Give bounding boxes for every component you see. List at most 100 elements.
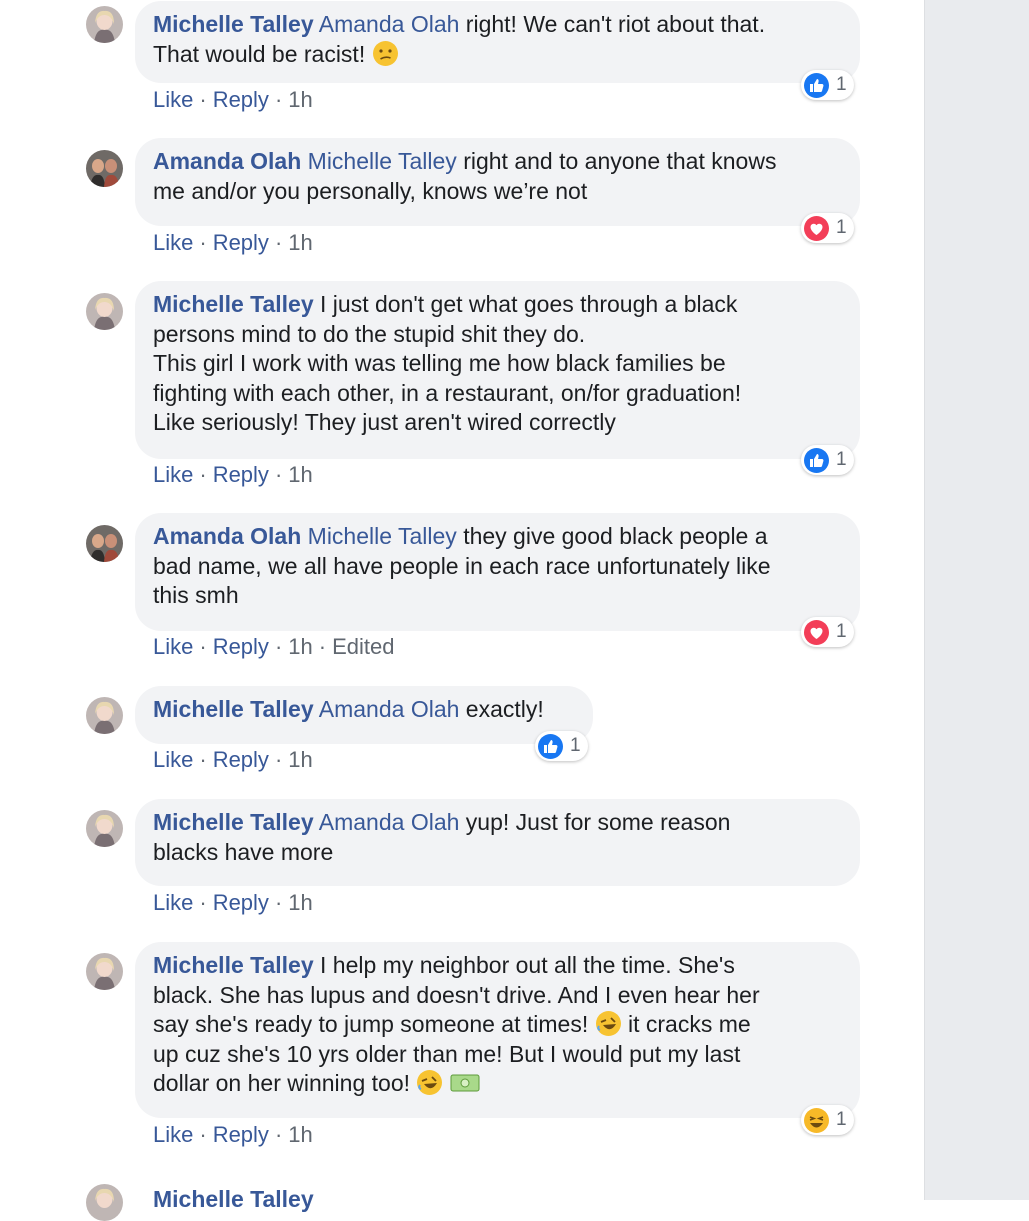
avatar[interactable]: [86, 525, 123, 562]
avatar[interactable]: [86, 1184, 123, 1221]
rolling-laughing-emoji-icon: [595, 1010, 622, 1037]
reply-link[interactable]: Reply: [213, 462, 269, 487]
comment-text: That would be racist!: [153, 40, 366, 67]
comment-text: right! We can't riot about that.: [465, 11, 766, 37]
like-icon: [803, 447, 830, 474]
comment-text: This girl I work with was telling me how…: [153, 350, 726, 377]
avatar[interactable]: [86, 293, 123, 330]
comment-timestamp[interactable]: 1h: [288, 1122, 312, 1147]
reply-link[interactable]: Reply: [213, 890, 269, 915]
comment-mention[interactable]: Michelle Talley: [308, 148, 457, 174]
reaction-count-badge[interactable]: 1: [535, 731, 588, 761]
reaction-count-badge[interactable]: 1: [801, 1105, 854, 1135]
reaction-count: 1: [836, 1109, 847, 1130]
comment-text: Like seriously! They just aren't wired c…: [153, 409, 616, 436]
reaction-count-badge[interactable]: 1: [801, 213, 854, 243]
comment-text: up cuz she's 10 yrs older than me! But I…: [153, 1040, 741, 1067]
comment-timestamp[interactable]: 1h: [288, 634, 312, 659]
reply-link[interactable]: Reply: [213, 634, 269, 659]
comment-actions: Like · Reply · 1h: [153, 1122, 313, 1147]
avatar[interactable]: [86, 953, 123, 990]
haha-icon: [803, 1107, 830, 1134]
comment-text: I just don't get what goes through a bla…: [320, 291, 738, 317]
comment-bubble: Amanda Olah Michelle Talley they give go…: [135, 513, 860, 631]
comment-actions: Like · Reply · 1h: [153, 890, 313, 915]
comment-text: fighting with each other, in a restauran…: [153, 379, 742, 406]
comment-author[interactable]: Michelle Talley: [153, 696, 314, 722]
rolling-laughing-emoji-icon: [416, 1069, 443, 1096]
avatar[interactable]: [86, 6, 123, 43]
comment-actions: Like · Reply · 1h: [153, 87, 313, 112]
reaction-count: 1: [836, 621, 847, 642]
reply-link[interactable]: Reply: [213, 87, 269, 112]
comment-bubble: Michelle Talley Amanda Olah exactly!: [135, 686, 593, 744]
reaction-count: 1: [570, 735, 581, 756]
comment-author[interactable]: Michelle Talley: [153, 952, 314, 978]
like-icon: [803, 72, 830, 99]
avatar[interactable]: [86, 810, 123, 847]
comment-text: blacks have more: [153, 838, 334, 865]
comment-author[interactable]: Amanda Olah: [153, 148, 301, 174]
reaction-count: 1: [836, 449, 847, 470]
comment-author[interactable]: Amanda Olah: [153, 523, 301, 549]
comment-actions: Like · Reply · 1h: [153, 747, 313, 772]
like-link[interactable]: Like: [153, 87, 193, 112]
comment-text: dollar on her winning too!: [153, 1070, 410, 1097]
love-icon: [803, 619, 830, 646]
comment-text: I help my neighbor out all the time. She…: [320, 952, 735, 978]
comment-text: bad name, we all have people in each rac…: [153, 552, 771, 579]
like-icon: [537, 733, 564, 760]
comment-text: exactly!: [465, 696, 544, 722]
comment-text: this smh: [153, 582, 239, 609]
comment-mention[interactable]: Amanda Olah: [319, 696, 460, 722]
comment-author[interactable]: Michelle Talley: [153, 809, 314, 835]
reply-link[interactable]: Reply: [213, 230, 269, 255]
reaction-count: 1: [836, 217, 847, 238]
comment-actions: Like · Reply · 1h: [153, 230, 313, 255]
reaction-count-badge[interactable]: 1: [801, 617, 854, 647]
comment-mention[interactable]: Amanda Olah: [319, 809, 460, 835]
right-sidebar: [924, 0, 1029, 1200]
comment-timestamp[interactable]: 1h: [288, 230, 312, 255]
comment-text: say she's ready to jump someone at times…: [153, 1011, 589, 1038]
money-emoji-icon: [450, 1069, 480, 1096]
comment-actions: Like · Reply · 1h: [153, 462, 313, 487]
avatar[interactable]: [86, 697, 123, 734]
comment-mention[interactable]: Michelle Talley: [308, 523, 457, 549]
comment-timestamp[interactable]: 1h: [288, 890, 312, 915]
reaction-count-badge[interactable]: 1: [801, 445, 854, 475]
like-link[interactable]: Like: [153, 230, 193, 255]
love-icon: [803, 215, 830, 242]
comment-text: they give good black people a: [463, 523, 768, 549]
comment-text: persons mind to do the stupid shit they …: [153, 320, 586, 347]
comment-text: right and to anyone that knows: [463, 148, 777, 174]
comment-author[interactable]: Michelle Talley: [153, 291, 314, 317]
comment-actions: Like · Reply · 1h · Edited: [153, 634, 395, 659]
confused-emoji-icon: [372, 40, 399, 67]
comment-bubble: Michelle Talley I just don't get what go…: [135, 281, 860, 459]
comment-text: me and/or you personally, knows we’re no…: [153, 177, 588, 204]
edited-label[interactable]: Edited: [332, 634, 394, 659]
reaction-count-badge[interactable]: 1: [801, 70, 854, 100]
comment-bubble: Amanda Olah Michelle Talley right and to…: [135, 138, 860, 226]
comment-timestamp[interactable]: 1h: [288, 747, 312, 772]
comment-text: black. She has lupus and doesn't drive. …: [153, 981, 760, 1008]
comment-text: yup! Just for some reason: [465, 809, 731, 835]
avatar[interactable]: [86, 150, 123, 187]
like-link[interactable]: Like: [153, 890, 193, 915]
reaction-count: 1: [836, 74, 847, 95]
like-link[interactable]: Like: [153, 747, 193, 772]
comment-bubble: Michelle Talley I help my neighbor out a…: [135, 942, 860, 1118]
comment-bubble: Michelle Talley Amanda Olah right! We ca…: [135, 1, 860, 83]
like-link[interactable]: Like: [153, 462, 193, 487]
comment-text: it cracks me: [627, 1011, 751, 1038]
comment-timestamp[interactable]: 1h: [288, 462, 312, 487]
like-link[interactable]: Like: [153, 634, 193, 659]
like-link[interactable]: Like: [153, 1122, 193, 1147]
comment-author[interactable]: Michelle Talley: [153, 11, 314, 37]
reply-link[interactable]: Reply: [213, 747, 269, 772]
reply-link[interactable]: Reply: [213, 1122, 269, 1147]
comment-bubble: Michelle Talley Amanda Olah yup! Just fo…: [135, 799, 860, 886]
comment-mention[interactable]: Amanda Olah: [319, 11, 460, 37]
comment-timestamp[interactable]: 1h: [288, 87, 312, 112]
